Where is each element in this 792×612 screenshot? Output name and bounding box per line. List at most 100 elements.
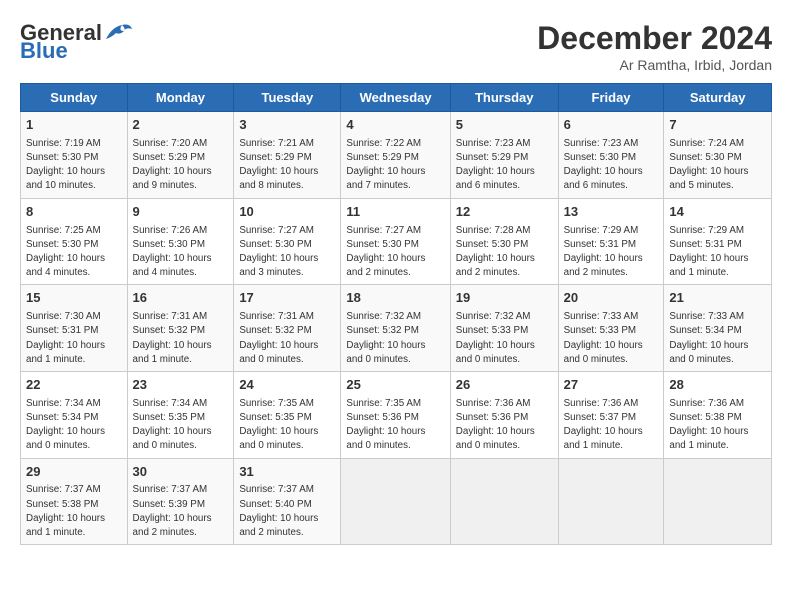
day-info: Sunrise: 7:29 AM Sunset: 5:31 PM Dayligh… xyxy=(564,224,659,281)
calendar-cell: 26Sunrise: 7:36 AM Sunset: 5:36 PM Dayli… xyxy=(450,371,558,458)
day-info: Sunrise: 7:35 AM Sunset: 5:35 PM Dayligh… xyxy=(239,397,335,454)
calendar-cell: 6 Sunrise: 7:23 AM Sunset: 5:30 PM Daylig… xyxy=(558,112,664,199)
day-info: Sunrise: 7:37 AM Sunset: 5:38 PM Dayligh… xyxy=(26,483,122,540)
day-info: Sunrise: 7:33 AM Sunset: 5:33 PM Dayligh… xyxy=(564,310,659,367)
day-number: 2 xyxy=(133,116,229,135)
day-number: 23 xyxy=(133,376,229,395)
day-number: 28 xyxy=(669,376,766,395)
calendar-cell: 2 Sunrise: 7:20 AM Sunset: 5:29 PM Daylig… xyxy=(127,112,234,199)
logo-blue: Blue xyxy=(20,38,68,64)
logo: General Blue xyxy=(20,20,134,64)
day-info: Sunrise: 7:25 AM Sunset: 5:30 PM Dayligh… xyxy=(26,224,122,281)
day-number: 15 xyxy=(26,289,122,308)
day-info: Sunrise: 7:36 AM Sunset: 5:38 PM Dayligh… xyxy=(669,397,766,454)
col-header-thursday: Thursday xyxy=(450,84,558,112)
day-info: Sunrise: 7:21 AM Sunset: 5:29 PM Dayligh… xyxy=(239,137,335,194)
calendar-cell: 19Sunrise: 7:32 AM Sunset: 5:33 PM Dayli… xyxy=(450,285,558,372)
day-info: Sunrise: 7:33 AM Sunset: 5:34 PM Dayligh… xyxy=(669,310,766,367)
calendar-cell: 20 Sunrise: 7:33 AM Sunset: 5:33 PM Dayli… xyxy=(558,285,664,372)
col-header-sunday: Sunday xyxy=(21,84,128,112)
calendar-cell xyxy=(664,458,772,545)
col-header-wednesday: Wednesday xyxy=(341,84,450,112)
day-info: Sunrise: 7:24 AM Sunset: 5:30 PM Dayligh… xyxy=(669,137,766,194)
day-number: 3 xyxy=(239,116,335,135)
day-number: 26 xyxy=(456,376,553,395)
day-number: 29 xyxy=(26,463,122,482)
day-number: 16 xyxy=(133,289,229,308)
day-info: Sunrise: 7:22 AM Sunset: 5:29 PM Dayligh… xyxy=(346,137,444,194)
calendar-cell: 13 Sunrise: 7:29 AM Sunset: 5:31 PM Dayli… xyxy=(558,198,664,285)
day-info: Sunrise: 7:32 AM Sunset: 5:32 PM Dayligh… xyxy=(346,310,444,367)
calendar-cell: 9Sunrise: 7:26 AM Sunset: 5:30 PM Daylig… xyxy=(127,198,234,285)
day-info: Sunrise: 7:28 AM Sunset: 5:30 PM Dayligh… xyxy=(456,224,553,281)
day-info: Sunrise: 7:30 AM Sunset: 5:31 PM Dayligh… xyxy=(26,310,122,367)
day-number: 22 xyxy=(26,376,122,395)
calendar-cell xyxy=(450,458,558,545)
day-info: Sunrise: 7:23 AM Sunset: 5:30 PM Dayligh… xyxy=(564,137,659,194)
calendar-cell: 3 Sunrise: 7:21 AM Sunset: 5:29 PM Daylig… xyxy=(234,112,341,199)
calendar-cell: 1Sunrise: 7:19 AM Sunset: 5:30 PM Daylig… xyxy=(21,112,128,199)
day-number: 6 xyxy=(564,116,659,135)
day-info: Sunrise: 7:23 AM Sunset: 5:29 PM Dayligh… xyxy=(456,137,553,194)
calendar-cell: 8 Sunrise: 7:25 AM Sunset: 5:30 PM Daylig… xyxy=(21,198,128,285)
calendar-cell: 27Sunrise: 7:36 AM Sunset: 5:37 PM Dayli… xyxy=(558,371,664,458)
calendar-week-1: 1Sunrise: 7:19 AM Sunset: 5:30 PM Daylig… xyxy=(21,112,772,199)
calendar-cell: 11Sunrise: 7:27 AM Sunset: 5:30 PM Dayli… xyxy=(341,198,450,285)
calendar-cell: 16Sunrise: 7:31 AM Sunset: 5:32 PM Dayli… xyxy=(127,285,234,372)
day-number: 4 xyxy=(346,116,444,135)
calendar-week-3: 15 Sunrise: 7:30 AM Sunset: 5:31 PM Dayli… xyxy=(21,285,772,372)
day-number: 8 xyxy=(26,203,122,222)
calendar-cell: 30Sunrise: 7:37 AM Sunset: 5:39 PM Dayli… xyxy=(127,458,234,545)
day-info: Sunrise: 7:29 AM Sunset: 5:31 PM Dayligh… xyxy=(669,224,766,281)
day-number: 30 xyxy=(133,463,229,482)
day-info: Sunrise: 7:35 AM Sunset: 5:36 PM Dayligh… xyxy=(346,397,444,454)
col-header-monday: Monday xyxy=(127,84,234,112)
day-info: Sunrise: 7:34 AM Sunset: 5:35 PM Dayligh… xyxy=(133,397,229,454)
day-info: Sunrise: 7:31 AM Sunset: 5:32 PM Dayligh… xyxy=(239,310,335,367)
calendar-cell: 12 Sunrise: 7:28 AM Sunset: 5:30 PM Dayli… xyxy=(450,198,558,285)
calendar-cell: 4 Sunrise: 7:22 AM Sunset: 5:29 PM Daylig… xyxy=(341,112,450,199)
calendar-cell: 28 Sunrise: 7:36 AM Sunset: 5:38 PM Dayli… xyxy=(664,371,772,458)
calendar-cell: 21 Sunrise: 7:33 AM Sunset: 5:34 PM Dayli… xyxy=(664,285,772,372)
day-info: Sunrise: 7:37 AM Sunset: 5:39 PM Dayligh… xyxy=(133,483,229,540)
page-header: General Blue December 2024 Ar Ramtha, Ir… xyxy=(20,20,772,73)
day-number: 21 xyxy=(669,289,766,308)
col-header-friday: Friday xyxy=(558,84,664,112)
day-number: 1 xyxy=(26,116,122,135)
day-number: 14 xyxy=(669,203,766,222)
col-header-tuesday: Tuesday xyxy=(234,84,341,112)
calendar-cell: 18Sunrise: 7:32 AM Sunset: 5:32 PM Dayli… xyxy=(341,285,450,372)
day-number: 25 xyxy=(346,376,444,395)
calendar-week-5: 29Sunrise: 7:37 AM Sunset: 5:38 PM Dayli… xyxy=(21,458,772,545)
calendar-cell: 24 Sunrise: 7:35 AM Sunset: 5:35 PM Dayli… xyxy=(234,371,341,458)
calendar-cell: 10 Sunrise: 7:27 AM Sunset: 5:30 PM Dayli… xyxy=(234,198,341,285)
day-info: Sunrise: 7:27 AM Sunset: 5:30 PM Dayligh… xyxy=(239,224,335,281)
calendar-cell: 29Sunrise: 7:37 AM Sunset: 5:38 PM Dayli… xyxy=(21,458,128,545)
day-info: Sunrise: 7:36 AM Sunset: 5:37 PM Dayligh… xyxy=(564,397,659,454)
month-title: December 2024 xyxy=(537,20,772,57)
calendar-cell: 31Sunrise: 7:37 AM Sunset: 5:40 PM Dayli… xyxy=(234,458,341,545)
day-number: 20 xyxy=(564,289,659,308)
day-number: 7 xyxy=(669,116,766,135)
day-info: Sunrise: 7:27 AM Sunset: 5:30 PM Dayligh… xyxy=(346,224,444,281)
day-number: 10 xyxy=(239,203,335,222)
calendar-cell: 14 Sunrise: 7:29 AM Sunset: 5:31 PM Dayli… xyxy=(664,198,772,285)
day-number: 24 xyxy=(239,376,335,395)
calendar-cell: 5 Sunrise: 7:23 AM Sunset: 5:29 PM Daylig… xyxy=(450,112,558,199)
logo-bird-icon xyxy=(102,21,134,45)
day-number: 9 xyxy=(133,203,229,222)
title-block: December 2024 Ar Ramtha, Irbid, Jordan xyxy=(537,20,772,73)
day-number: 19 xyxy=(456,289,553,308)
day-number: 31 xyxy=(239,463,335,482)
day-info: Sunrise: 7:20 AM Sunset: 5:29 PM Dayligh… xyxy=(133,137,229,194)
col-header-saturday: Saturday xyxy=(664,84,772,112)
calendar-table: SundayMondayTuesdayWednesdayThursdayFrid… xyxy=(20,83,772,545)
day-number: 5 xyxy=(456,116,553,135)
location-subtitle: Ar Ramtha, Irbid, Jordan xyxy=(537,57,772,73)
calendar-week-4: 22Sunrise: 7:34 AM Sunset: 5:34 PM Dayli… xyxy=(21,371,772,458)
calendar-cell: 22Sunrise: 7:34 AM Sunset: 5:34 PM Dayli… xyxy=(21,371,128,458)
day-number: 12 xyxy=(456,203,553,222)
day-number: 13 xyxy=(564,203,659,222)
calendar-week-2: 8 Sunrise: 7:25 AM Sunset: 5:30 PM Daylig… xyxy=(21,198,772,285)
day-number: 17 xyxy=(239,289,335,308)
